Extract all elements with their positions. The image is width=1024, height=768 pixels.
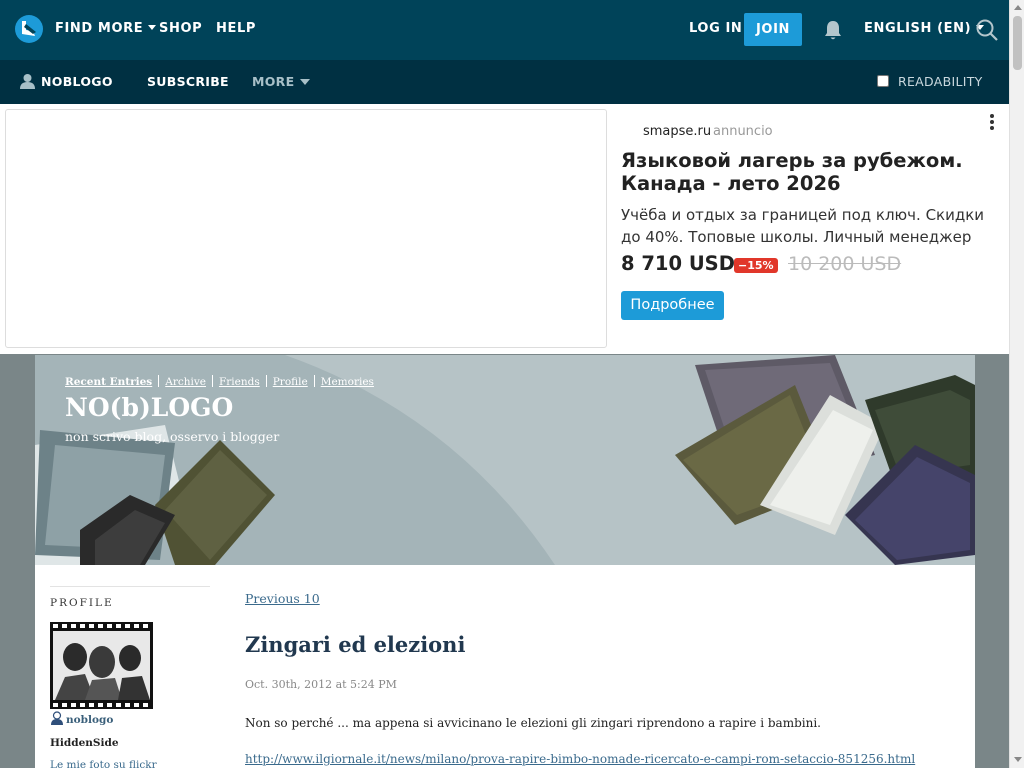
profile-heading: PROFILE <box>50 597 114 609</box>
nav-divider <box>265 375 267 387</box>
profile-name: HiddenSide <box>50 737 119 749</box>
post-title[interactable]: Zingari ed elezioni <box>245 632 465 657</box>
language-label: ENGLISH (EN) <box>864 21 972 36</box>
top-navigation-bar: FIND MORE SHOP HELP LOG IN JOIN ENGLISH … <box>0 0 1009 60</box>
help-link[interactable]: HELP <box>216 21 256 36</box>
user-icon <box>51 711 63 725</box>
scrollbar-thumb[interactable] <box>1013 16 1022 70</box>
post-external-link[interactable]: http://www.ilgiornale.it/news/milano/pro… <box>245 752 915 766</box>
page-scrollbar[interactable] <box>1009 0 1024 768</box>
subscribe-link[interactable]: SUBSCRIBE <box>147 74 229 89</box>
readability-checkbox[interactable] <box>877 75 889 87</box>
ad-options-icon[interactable] <box>985 112 999 132</box>
nav-divider <box>211 375 213 387</box>
post-body: Non so perché ... ma appena si avvicinan… <box>245 716 821 730</box>
ad-title[interactable]: Языковой лагерь за рубежом. Канада - лет… <box>621 149 1001 195</box>
ad-text: Учёба и отдых за границей под ключ. Скид… <box>621 206 985 246</box>
scroll-up-icon[interactable] <box>1014 5 1022 10</box>
notifications-bell-icon[interactable] <box>822 19 844 41</box>
flickr-link[interactable]: Le mie foto su flickr <box>50 759 157 768</box>
ad-discount-badge: −15% <box>734 258 778 273</box>
ad-old-price: 10 200 USD <box>788 253 902 275</box>
journal-username-link[interactable]: NOBLOGO <box>41 74 113 89</box>
more-label: MORE <box>252 74 295 89</box>
user-icon <box>20 74 35 89</box>
livejournal-logo-icon[interactable] <box>14 14 44 44</box>
ad-cta-button[interactable]: Подробнее <box>621 291 724 320</box>
avatar[interactable] <box>50 622 153 709</box>
chevron-down-icon <box>148 25 157 30</box>
readability-label: READABILITY <box>898 74 983 89</box>
nav-divider <box>313 375 315 387</box>
nav-divider <box>158 375 160 387</box>
ad-media-placeholder[interactable] <box>5 109 607 348</box>
ad-price: 8 710 USD <box>621 252 735 275</box>
chevron-down-icon <box>300 79 311 85</box>
journal-page: Recent Entries Archive Friends Profile Memor… <box>35 355 975 768</box>
nav-archive[interactable]: Archive <box>165 376 206 388</box>
nav-recent-entries[interactable]: Recent Entries <box>65 376 152 388</box>
profile-username: noblogo <box>66 714 114 726</box>
advertisement: smapse.ru annuncio Языковой лагерь за ру… <box>0 104 1009 354</box>
profile-user-link[interactable]: noblogo <box>50 711 113 726</box>
ad-tag: annuncio <box>713 124 773 139</box>
search-icon[interactable] <box>975 18 999 42</box>
avatar-photo <box>50 622 153 709</box>
journal-banner: Recent Entries Archive Friends Profile Memor… <box>35 355 975 565</box>
divider <box>50 586 210 587</box>
shop-link[interactable]: SHOP <box>159 21 202 36</box>
more-menu[interactable]: MORE <box>252 74 311 89</box>
find-more-menu[interactable]: FIND MORE <box>55 21 157 36</box>
journal-toolbar: NOBLOGO SUBSCRIBE MORE <box>0 60 1009 104</box>
nav-memories[interactable]: Memories <box>321 376 374 388</box>
join-button[interactable]: JOIN <box>744 13 802 46</box>
previous-entries-link[interactable]: Previous 10 <box>245 591 320 606</box>
scroll-down-icon[interactable] <box>1014 757 1022 762</box>
language-selector[interactable]: ENGLISH (EN) <box>864 21 985 36</box>
post-date: Oct. 30th, 2012 at 5:24 PM <box>245 678 397 691</box>
nav-friends[interactable]: Friends <box>219 376 260 388</box>
login-link[interactable]: LOG IN <box>689 21 742 36</box>
journal-title: NO(b)LOGO <box>65 393 234 422</box>
nav-profile[interactable]: Profile <box>273 376 308 388</box>
find-more-label: FIND MORE <box>55 21 144 36</box>
ad-source[interactable]: smapse.ru <box>643 124 711 139</box>
journal-subtitle: non scrivo blog, osservo i blogger <box>65 429 280 444</box>
journal-nav: Recent Entries Archive Friends Profile Memor… <box>65 375 374 388</box>
